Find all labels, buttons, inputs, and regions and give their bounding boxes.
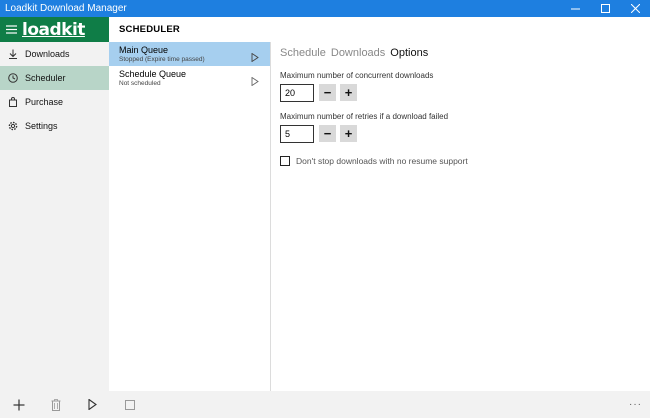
queue-item-schedule[interactable]: Schedule Queue Not scheduled [109, 66, 270, 90]
sidebar-item-label: Downloads [25, 49, 70, 59]
queue-list: Main Queue Stopped (Expire time passed) … [109, 42, 271, 391]
resume-support-option[interactable]: Don't stop downloads with no resume supp… [280, 156, 650, 166]
concurrent-increment-button[interactable]: + [340, 84, 357, 101]
delete-button[interactable] [37, 391, 74, 418]
sidebar-item-purchase[interactable]: Purchase [0, 90, 109, 114]
retries-decrement-button[interactable]: − [319, 125, 336, 142]
clock-icon [0, 73, 25, 83]
queue-name: Schedule Queue [119, 68, 187, 79]
queue-name: Main Queue [119, 44, 169, 55]
sidebar: loadkit Downloads Scheduler Purchase Set… [0, 17, 109, 391]
queue-item-main[interactable]: Main Queue Stopped (Expire time passed) [109, 42, 270, 66]
retries-label: Maximum number of retries if a download … [280, 112, 449, 121]
resume-support-checkbox[interactable] [280, 156, 290, 166]
queue-status: Not scheduled [119, 79, 161, 87]
tab-options[interactable]: Options [390, 47, 428, 61]
stop-icon [124, 399, 135, 410]
sidebar-item-label: Settings [25, 121, 58, 131]
app-logo: loadkit [22, 19, 85, 40]
options-panel: Schedule Downloads Options Maximum numbe… [272, 42, 650, 391]
brand-bar: loadkit [0, 17, 109, 42]
concurrent-downloads-input[interactable]: 20 [280, 83, 314, 102]
page-title: SCHEDULER [119, 24, 180, 35]
tab-bar: Schedule Downloads Options [280, 47, 650, 61]
add-icon [13, 399, 24, 410]
concurrent-decrement-button[interactable]: − [319, 84, 336, 101]
resume-support-label: Don't stop downloads with no resume supp… [296, 156, 468, 166]
tab-downloads[interactable]: Downloads [331, 47, 385, 61]
play-icon[interactable] [251, 49, 259, 67]
minimize-button[interactable] [560, 0, 590, 17]
sidebar-item-downloads[interactable]: Downloads [0, 42, 109, 66]
more-options-button[interactable]: ··· [629, 399, 642, 410]
maximize-button[interactable] [590, 0, 620, 17]
add-button[interactable] [0, 391, 37, 418]
play-icon [88, 399, 97, 410]
minimize-icon [570, 8, 580, 10]
sidebar-item-label: Scheduler [25, 73, 66, 83]
close-button[interactable] [620, 0, 650, 17]
sidebar-item-scheduler[interactable]: Scheduler [0, 66, 109, 90]
trash-icon [51, 398, 60, 411]
close-icon [630, 4, 640, 13]
start-button[interactable] [74, 391, 111, 418]
download-icon [0, 49, 25, 59]
tab-schedule[interactable]: Schedule [280, 47, 326, 61]
concurrent-downloads-label: Maximum number of concurrent downloads [280, 71, 434, 80]
maximize-icon [600, 4, 610, 13]
bottom-app-bar: ··· [0, 391, 650, 418]
retries-input[interactable]: 5 [280, 124, 314, 143]
window-title: Loadkit Download Manager [5, 3, 127, 14]
sidebar-item-label: Purchase [25, 97, 64, 107]
hamburger-icon [5, 25, 17, 34]
retries-increment-button[interactable]: + [340, 125, 357, 142]
stop-button[interactable] [111, 391, 148, 418]
bag-icon [0, 97, 25, 107]
gear-icon [0, 121, 25, 131]
title-bar: Loadkit Download Manager [0, 0, 650, 17]
sidebar-item-settings[interactable]: Settings [0, 114, 109, 138]
retries-stepper: 5 − + [280, 124, 650, 143]
queue-status: Stopped (Expire time passed) [119, 55, 205, 63]
concurrent-downloads-stepper: 20 − + [280, 83, 650, 102]
hamburger-menu-button[interactable] [0, 17, 22, 42]
play-icon[interactable] [251, 73, 259, 91]
